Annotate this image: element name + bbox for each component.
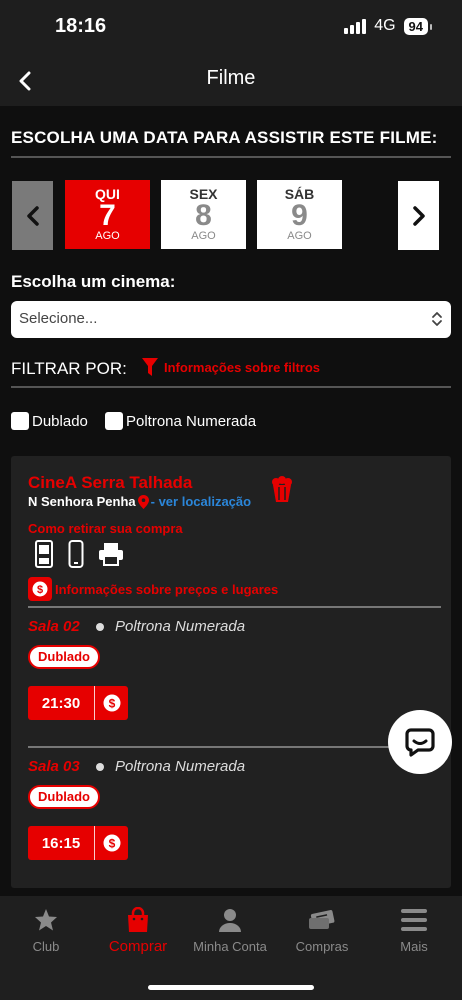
- signal-icon: [344, 18, 367, 34]
- filter-dublado[interactable]: Dublado: [11, 412, 88, 430]
- nav-label: Comprar: [108, 938, 168, 955]
- cinema-select-value: Selecione...: [19, 310, 98, 327]
- checkbox[interactable]: [105, 412, 123, 430]
- cinema-neighborhood: N Senhora Penha: [28, 494, 136, 509]
- prev-date-button[interactable]: [12, 181, 53, 250]
- price-info-label: Informações sobre preços e lugares: [55, 581, 279, 597]
- chat-button[interactable]: [388, 710, 452, 774]
- tickets-icon: [276, 906, 368, 934]
- page-title: Filme: [206, 67, 256, 89]
- room-name: Sala 03: [28, 758, 80, 775]
- nav-item-compras[interactable]: Compras: [276, 906, 368, 954]
- divider: [28, 606, 441, 608]
- cinema-location: N Senhora Penha - ver localização: [28, 494, 251, 509]
- filter-option-label: Poltrona Numerada: [126, 412, 257, 430]
- price-icon: $: [95, 694, 128, 712]
- chevron-left-icon: [26, 205, 39, 226]
- divider: [11, 156, 451, 158]
- popcorn-icon: [272, 476, 292, 502]
- nav-label: Minha Conta: [193, 939, 267, 954]
- price-info-link[interactable]: $ Informações sobre preços e lugares: [28, 577, 278, 601]
- network-label: 4G: [374, 17, 396, 34]
- nav-label: Club: [32, 939, 60, 954]
- nav-item-mais[interactable]: Mais: [368, 906, 460, 954]
- room-seat-type: Poltrona Numerada: [115, 618, 246, 635]
- bottom-nav: Club Comprar Minha Conta Compras Mais: [0, 896, 462, 1000]
- filter-info-link[interactable]: Informações sobre filtros: [142, 358, 320, 376]
- cinema-select-label: Escolha um cinema:: [11, 272, 176, 291]
- date-month: AGO: [191, 230, 216, 242]
- status-bar: 18:16 4G 94: [0, 0, 462, 56]
- session-time: 16:15: [41, 834, 81, 852]
- location-pin-icon: [137, 494, 149, 509]
- date-card-qui[interactable]: QUI 7 AGO: [65, 180, 150, 249]
- how-to-collect-label: Como retirar sua compra: [28, 521, 183, 536]
- svg-text:$: $: [108, 837, 115, 851]
- date-section-title: ESCOLHA UMA DATA PARA ASSISTIR ESTE FILM…: [11, 128, 438, 147]
- funnel-icon: [142, 358, 158, 376]
- filter-option-label: Dublado: [32, 412, 88, 430]
- star-icon: [0, 906, 92, 934]
- bullet-icon: [96, 763, 104, 771]
- svg-text:$: $: [37, 584, 43, 596]
- printer-icon: [99, 543, 123, 566]
- battery-icon: 94: [403, 17, 433, 35]
- nav-label: Compras: [295, 939, 349, 954]
- price-icon: $: [95, 834, 128, 852]
- divider: [28, 746, 441, 748]
- session-button[interactable]: 16:15 $: [28, 826, 128, 860]
- nav-label: Mais: [400, 939, 428, 954]
- filter-poltrona-numerada[interactable]: Poltrona Numerada: [105, 412, 256, 430]
- nav-item-minha-conta[interactable]: Minha Conta: [184, 906, 276, 954]
- language-tag: Dublado: [28, 645, 100, 669]
- separator: [94, 686, 95, 720]
- session-time: 21:30: [41, 694, 81, 712]
- date-month: AGO: [95, 230, 120, 242]
- collect-options: [34, 540, 124, 568]
- status-time: 18:16: [55, 15, 107, 37]
- menu-icon: [368, 906, 460, 934]
- view-location-link[interactable]: - ver localização: [151, 494, 251, 509]
- nav-item-comprar[interactable]: Comprar: [92, 906, 184, 955]
- phone-icon: [68, 540, 84, 568]
- main-content: ESCOLHA UMA DATA PARA ASSISTIR ESTE FILM…: [0, 106, 462, 896]
- separator: [94, 826, 95, 860]
- room-seat-type: Poltrona Numerada: [115, 758, 246, 775]
- bag-icon: [92, 906, 184, 934]
- nav-item-club[interactable]: Club: [0, 906, 92, 954]
- date-day: 7: [99, 199, 116, 232]
- chevron-right-icon: [412, 205, 425, 226]
- updown-chevron-icon: [432, 312, 442, 326]
- chat-bubble-icon: [405, 728, 435, 757]
- price-icon: $: [28, 577, 52, 601]
- date-card-sex[interactable]: SEX 8 AGO: [161, 180, 246, 249]
- cinema-card: CineA Serra Talhada N Senhora Penha - ve…: [11, 456, 451, 888]
- next-date-button[interactable]: [398, 181, 439, 250]
- date-month: AGO: [287, 230, 312, 242]
- kiosk-icon: [35, 540, 53, 568]
- filter-label: FILTRAR POR:: [11, 359, 127, 378]
- filter-info-label: Informações sobre filtros: [164, 359, 321, 375]
- status-indicators: 4G 94: [344, 17, 433, 35]
- divider: [11, 386, 451, 388]
- cinema-name: CineA Serra Talhada: [28, 473, 193, 492]
- date-card-sab[interactable]: SÁB 9 AGO: [257, 180, 342, 249]
- app-header: Filme: [0, 56, 462, 106]
- checkbox[interactable]: [11, 412, 29, 430]
- bullet-icon: [96, 623, 104, 631]
- room-name: Sala 02: [28, 618, 80, 635]
- date-day: 8: [195, 199, 212, 232]
- session-button[interactable]: 21:30 $: [28, 686, 128, 720]
- language-tag: Dublado: [28, 785, 100, 809]
- home-indicator: [148, 985, 314, 990]
- svg-text:$: $: [108, 697, 115, 711]
- user-icon: [184, 906, 276, 934]
- cinema-select[interactable]: Selecione...: [11, 301, 451, 338]
- date-day: 9: [291, 199, 308, 232]
